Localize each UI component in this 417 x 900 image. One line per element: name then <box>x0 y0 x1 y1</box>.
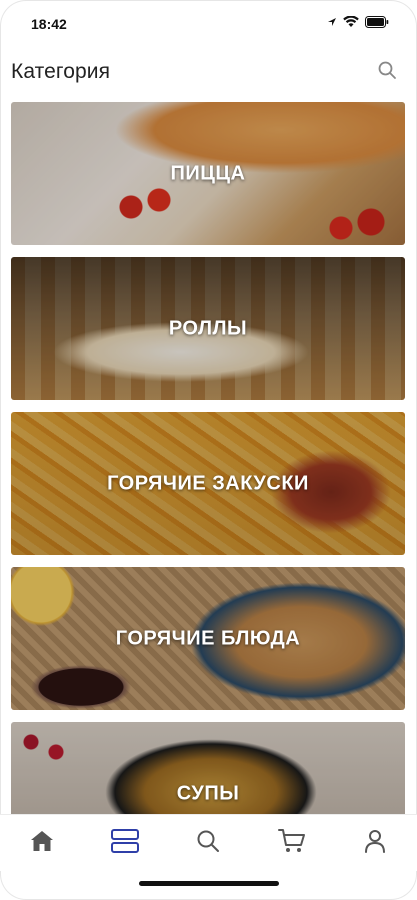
home-icon <box>30 830 54 857</box>
cart-icon <box>277 828 306 859</box>
category-label: РОЛЛЫ <box>168 317 248 339</box>
home-indicator <box>139 881 279 886</box>
header: Категория <box>0 50 417 96</box>
category-card-rolls[interactable]: РОЛЛЫ <box>11 257 405 400</box>
category-card-hot-dishes[interactable]: ГОРЯЧИЕ БЛЮДА <box>11 567 405 710</box>
search-button[interactable] <box>375 60 399 84</box>
nav-search[interactable] <box>184 823 232 863</box>
category-card-hot-snacks[interactable]: ГОРЯЧИЕ ЗАКУСКИ <box>11 412 405 555</box>
search-icon <box>377 60 397 85</box>
status-icons <box>327 16 389 28</box>
category-card-pizza[interactable]: ПИЦЦА <box>11 102 405 245</box>
profile-icon <box>364 829 386 858</box>
category-list: ПИЦЦА РОЛЛЫ ГОРЯЧИЕ ЗАКУСКИ ГОРЯЧИЕ БЛЮД… <box>11 102 405 814</box>
wifi-icon <box>343 16 359 28</box>
bottom-nav <box>0 814 417 871</box>
app-screen: 18:42 Категория ПИЦЦА РОЛЛЫ ГОРЯЧИЕ ЗАКУ… <box>0 0 417 900</box>
nav-profile[interactable] <box>351 823 399 863</box>
nav-home[interactable] <box>18 823 66 863</box>
nav-categories[interactable] <box>101 823 149 863</box>
category-label: ГОРЯЧИЕ ЗАКУСКИ <box>107 472 309 494</box>
nav-cart[interactable] <box>268 823 316 863</box>
page-title: Категория <box>11 60 111 83</box>
category-label: ГОРЯЧИЕ БЛЮДА <box>115 627 301 649</box>
category-card-soups[interactable]: СУПЫ <box>11 722 405 814</box>
search-icon <box>196 829 220 858</box>
battery-icon <box>365 16 389 28</box>
category-label: СУПЫ <box>176 782 240 804</box>
status-time: 18:42 <box>31 16 67 32</box>
location-arrow-icon <box>327 17 337 27</box>
category-label: ПИЦЦА <box>170 162 246 184</box>
categories-icon <box>110 828 140 859</box>
status-bar: 18:42 <box>0 0 417 50</box>
